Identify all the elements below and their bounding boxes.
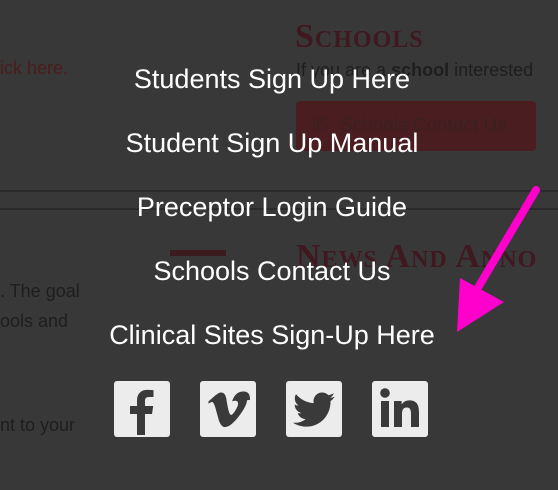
twitter-icon <box>293 392 335 427</box>
facebook-button[interactable] <box>114 381 170 437</box>
linkedin-button[interactable] <box>372 381 428 437</box>
vimeo-icon <box>208 391 251 428</box>
facebook-icon <box>130 389 154 435</box>
linkedin-icon <box>380 388 419 427</box>
menu-item-student-sign-up-manual[interactable]: Student Sign Up Manual <box>0 125 544 161</box>
bg-schools-heading: Schools <box>295 18 424 55</box>
vimeo-button[interactable] <box>200 381 256 437</box>
twitter-button[interactable] <box>286 381 342 437</box>
annotation-arrow-icon <box>457 186 540 332</box>
menu-item-students-sign-up[interactable]: Students Sign Up Here <box>0 61 544 97</box>
bg-paragraph-line: nt to your <box>0 415 76 435</box>
